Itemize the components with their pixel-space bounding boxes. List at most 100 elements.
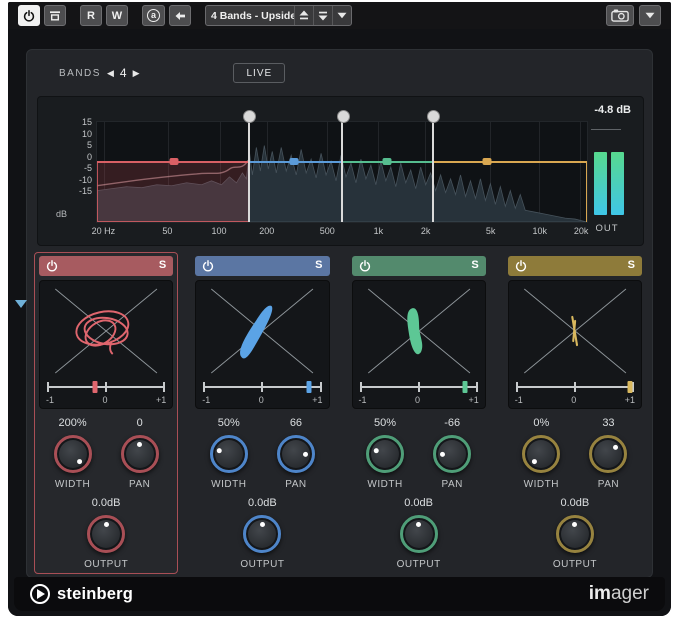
knob-indicator bbox=[260, 522, 265, 527]
band-power-button[interactable] bbox=[202, 260, 214, 272]
band-power-button[interactable] bbox=[359, 260, 371, 272]
bands-bar: BANDS ◀ 4 ▶ LIVE bbox=[59, 62, 632, 84]
width-knob[interactable] bbox=[210, 435, 248, 473]
pan-knob[interactable] bbox=[433, 435, 471, 473]
knob-indicator bbox=[104, 522, 109, 527]
bands-decrement-button[interactable]: ◀ bbox=[101, 68, 120, 79]
read-automation-button[interactable]: R bbox=[80, 5, 102, 26]
output-meter bbox=[594, 152, 624, 215]
scope-display bbox=[513, 283, 637, 379]
arrow-left-icon bbox=[174, 11, 186, 21]
knob-indicator bbox=[440, 451, 445, 456]
pan-meter[interactable] bbox=[204, 379, 320, 395]
freq-tick-label: 500 bbox=[320, 226, 335, 236]
power-icon bbox=[515, 260, 527, 272]
band-gain-handle[interactable] bbox=[170, 158, 179, 165]
pan-knob[interactable] bbox=[121, 435, 159, 473]
preset-name-field[interactable]: 4 Bands - Upside bbox=[206, 6, 294, 25]
stereo-scope: -10+1 bbox=[195, 280, 329, 409]
switch-layout-button[interactable] bbox=[169, 5, 191, 26]
low-band-region[interactable] bbox=[97, 162, 249, 222]
bands-increment-button[interactable]: ▶ bbox=[127, 68, 146, 79]
band-power-button[interactable] bbox=[46, 260, 58, 272]
output-knob[interactable] bbox=[400, 515, 438, 553]
crossover-divider[interactable] bbox=[248, 118, 250, 222]
band-strips: S bbox=[34, 252, 647, 574]
band-header: S bbox=[39, 256, 173, 276]
product-name-bold: im bbox=[589, 583, 611, 604]
knob-indicator bbox=[373, 447, 380, 454]
width-knob[interactable] bbox=[522, 435, 560, 473]
band-solo-button[interactable]: S bbox=[628, 260, 635, 271]
plugin-power-button[interactable] bbox=[18, 5, 40, 26]
window-menu-button[interactable] bbox=[639, 5, 661, 26]
band-solo-button[interactable]: S bbox=[315, 260, 322, 271]
crossover-divider[interactable] bbox=[341, 118, 343, 222]
band-strip-2: S -10+1 bbox=[190, 252, 334, 574]
width-label: WIDTH bbox=[367, 479, 402, 490]
power-icon bbox=[202, 260, 214, 272]
db-axis: 1510 50 -5-10 -15 bbox=[60, 118, 92, 196]
output-knob[interactable] bbox=[556, 515, 594, 553]
band-gain-handle[interactable] bbox=[482, 158, 491, 165]
pan-label: PAN bbox=[598, 479, 619, 490]
output-value: 0.0dB bbox=[561, 497, 590, 510]
pan-meter-labels: -10+1 bbox=[44, 395, 168, 407]
preset-next-button[interactable] bbox=[313, 6, 332, 25]
dropdown-icon bbox=[645, 12, 655, 19]
write-automation-button[interactable]: W bbox=[106, 5, 128, 26]
band-gain-handle[interactable] bbox=[382, 158, 391, 165]
pan-label: PAN bbox=[285, 479, 306, 490]
pan-meter[interactable] bbox=[517, 379, 633, 395]
spectrum-plot[interactable] bbox=[96, 121, 588, 223]
power-icon bbox=[23, 10, 35, 22]
pan-meter-labels: -10+1 bbox=[513, 395, 637, 407]
output-value: 0.0dB bbox=[404, 497, 433, 510]
preset-menu-button[interactable] bbox=[332, 6, 351, 25]
width-value: 200% bbox=[58, 417, 86, 430]
width-knob[interactable] bbox=[54, 435, 92, 473]
automation-mode-button[interactable]: a bbox=[142, 5, 165, 26]
output-knob[interactable] bbox=[87, 515, 125, 553]
band-solo-button[interactable]: S bbox=[159, 260, 166, 271]
scope-signal bbox=[572, 317, 577, 345]
width-label: WIDTH bbox=[55, 479, 90, 490]
pan-meter[interactable] bbox=[361, 379, 477, 395]
band-header: S bbox=[508, 256, 642, 276]
pan-knob[interactable] bbox=[589, 435, 627, 473]
band-strip-1: S bbox=[34, 252, 178, 574]
crossover-divider[interactable] bbox=[432, 118, 434, 222]
output-label: OUTPUT bbox=[84, 559, 128, 570]
pan-meter-marker bbox=[463, 381, 468, 393]
output-value: 0.0dB bbox=[248, 497, 277, 510]
steinberg-logo: steinberg bbox=[30, 584, 133, 604]
dropdown-icon bbox=[337, 12, 347, 19]
footer-bar: steinberg imager bbox=[14, 577, 665, 611]
band-power-button[interactable] bbox=[515, 260, 527, 272]
band-header: S bbox=[352, 256, 486, 276]
pan-label: PAN bbox=[129, 479, 150, 490]
bypass-icon bbox=[49, 10, 61, 22]
width-knob[interactable] bbox=[366, 435, 404, 473]
collapse-arrow-icon[interactable] bbox=[15, 300, 27, 308]
band-gain-handle[interactable] bbox=[289, 158, 298, 165]
output-knob[interactable] bbox=[243, 515, 281, 553]
out-label: OUT bbox=[585, 223, 629, 234]
plugin-window: R W a 4 Bands - Upside bbox=[8, 2, 671, 616]
pan-meter-marker bbox=[306, 381, 311, 393]
pan-meter[interactable] bbox=[48, 379, 164, 395]
bypass-button[interactable] bbox=[44, 5, 66, 26]
pan-label: PAN bbox=[442, 479, 463, 490]
live-button[interactable]: LIVE bbox=[233, 63, 285, 83]
width-label: WIDTH bbox=[524, 479, 559, 490]
freq-tick-label: 5k bbox=[486, 226, 496, 236]
band-solo-button[interactable]: S bbox=[471, 260, 478, 271]
snapshot-button[interactable] bbox=[606, 5, 634, 26]
scope-display bbox=[357, 283, 481, 379]
band-gain-line[interactable] bbox=[433, 161, 587, 163]
preset-previous-button[interactable] bbox=[294, 6, 313, 25]
pan-knob[interactable] bbox=[277, 435, 315, 473]
stereo-scope: -10+1 bbox=[352, 280, 486, 409]
pan-meter-marker bbox=[92, 381, 97, 393]
meter-bar-left bbox=[594, 152, 607, 215]
